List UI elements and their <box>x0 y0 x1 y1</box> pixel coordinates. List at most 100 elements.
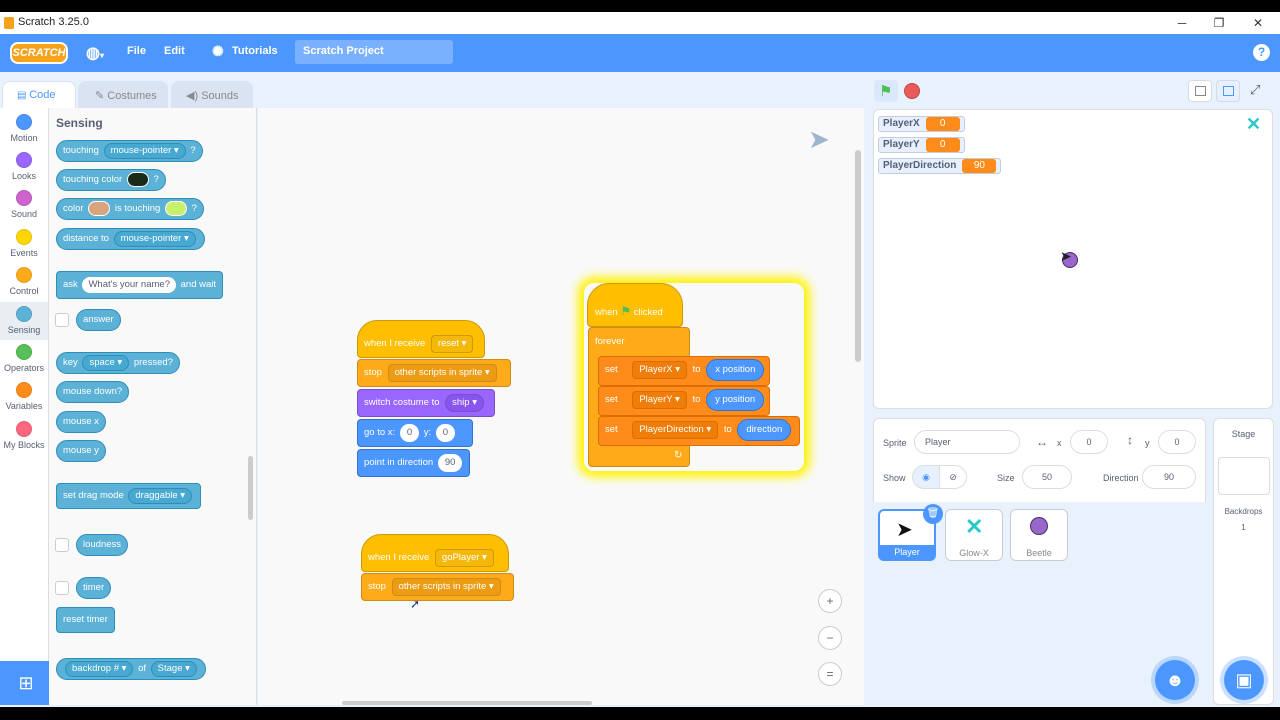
block-point-in-direction[interactable]: point in direction 90 <box>357 449 470 477</box>
backdrop-menu[interactable]: backdrop # ▾ <box>65 661 134 677</box>
direction-input[interactable]: 90 <box>1142 465 1196 489</box>
color-swatch[interactable] <box>88 200 111 216</box>
block-when-i-receive-reset[interactable]: when I receive reset ▾ <box>357 320 485 358</box>
normal-stage-button[interactable] <box>1216 80 1240 102</box>
variable-menu[interactable]: PlayerX ▾ <box>632 361 688 379</box>
maximize-button[interactable]: ❐ <box>1211 15 1227 31</box>
reporter-direction[interactable]: direction <box>737 419 792 441</box>
language-globe-icon[interactable]: ◍▾ <box>86 43 104 63</box>
scripts-horizontal-scrollbar[interactable] <box>342 701 592 705</box>
message-menu[interactable]: goPlayer ▾ <box>434 549 494 567</box>
edit-menu[interactable]: Edit <box>164 45 185 57</box>
tab-sounds[interactable]: ◀) Sounds <box>171 81 253 108</box>
file-menu[interactable]: File <box>127 45 146 57</box>
ask-input[interactable]: What's your name? <box>82 277 176 293</box>
small-stage-button[interactable] <box>1188 80 1212 102</box>
sprite-name-input[interactable]: Player <box>914 430 1020 454</box>
tutorials-menu[interactable]: Tutorials <box>232 45 278 57</box>
block-set-playerdirection[interactable]: set PlayerDirection ▾ to direction <box>598 416 800 446</box>
category-operators[interactable]: Operators <box>0 344 48 382</box>
block-when-flag-clicked[interactable]: when ⚑ clicked <box>587 283 683 327</box>
player-ship-sprite-icon[interactable]: ➤ <box>1060 248 1072 265</box>
category-events[interactable]: Events <box>0 229 48 267</box>
block-timer[interactable]: timer <box>76 577 112 599</box>
block-when-i-receive-goplayer[interactable]: when I receive goPlayer ▾ <box>361 534 509 572</box>
costume-menu[interactable]: ship ▾ <box>445 394 484 412</box>
block-switch-costume[interactable]: switch costume to ship ▾ <box>357 389 495 417</box>
timer-checkbox[interactable] <box>55 581 69 595</box>
size-input[interactable]: 50 <box>1022 465 1072 489</box>
category-motion[interactable]: Motion <box>0 114 48 152</box>
stop-button[interactable] <box>904 83 920 99</box>
green-flag-button[interactable]: ⚑ <box>874 80 898 102</box>
block-stop[interactable]: stop other scripts in sprite ▾ <box>361 573 514 601</box>
block-mouse-y[interactable]: mouse y <box>56 440 106 462</box>
block-set-playery[interactable]: set PlayerY ▾ to y position <box>598 386 770 416</box>
y-input[interactable]: 0 <box>435 424 456 442</box>
category-sensing[interactable]: Sensing <box>0 302 48 340</box>
zoom-out-button[interactable]: − <box>818 626 842 650</box>
color-swatch[interactable] <box>164 200 187 216</box>
loudness-checkbox[interactable] <box>55 538 69 552</box>
reporter-y-position[interactable]: y position <box>706 389 765 411</box>
x-position-input[interactable]: 0 <box>1070 430 1108 454</box>
block-distance-to[interactable]: distance to mouse-pointer ▾ <box>56 228 205 250</box>
block-touching-color[interactable]: touching color ? <box>56 169 166 191</box>
block-loudness[interactable]: loudness <box>76 534 129 556</box>
block-color-touching[interactable]: color is touching ? <box>56 198 204 220</box>
project-title-input[interactable]: Scratch Project <box>295 40 453 64</box>
choose-sprite-button[interactable]: ☻ <box>1155 660 1195 700</box>
close-button[interactable]: ✕ <box>1250 15 1266 31</box>
scripts-vertical-scrollbar[interactable] <box>855 150 861 362</box>
block-reset-timer[interactable]: reset timer <box>56 607 115 633</box>
category-variables[interactable]: Variables <box>0 382 48 420</box>
block-mouse-x[interactable]: mouse x <box>56 411 106 433</box>
category-sound[interactable]: Sound <box>0 190 48 228</box>
drag-mode-menu[interactable]: draggable ▾ <box>128 488 193 504</box>
minimize-button[interactable]: ─ <box>1174 15 1190 31</box>
sprite-thumb-glow-x[interactable]: ✕ Glow-X <box>945 509 1003 561</box>
answer-checkbox[interactable] <box>55 313 69 327</box>
delete-sprite-trash-icon[interactable]: 🗑 <box>923 504 943 524</box>
distance-menu[interactable]: mouse-pointer ▾ <box>113 231 196 247</box>
block-stop[interactable]: stop other scripts in sprite ▾ <box>357 359 511 387</box>
variable-menu[interactable]: PlayerDirection ▾ <box>632 421 719 439</box>
message-menu[interactable]: reset ▾ <box>430 335 474 353</box>
stage-menu[interactable]: Stage ▾ <box>150 661 197 677</box>
variable-menu[interactable]: PlayerY ▾ <box>632 391 687 409</box>
direction-input[interactable]: 90 <box>437 454 463 472</box>
key-menu[interactable]: space ▾ <box>82 355 130 371</box>
glow-x-sprite-icon[interactable]: ✕ <box>1246 114 1261 135</box>
category-my-blocks[interactable]: My Blocks <box>0 421 48 459</box>
category-looks[interactable]: Looks <box>0 152 48 190</box>
tab-code[interactable]: ▤ Code <box>2 81 76 108</box>
block-go-to-xy[interactable]: go to x: 0 y: 0 <box>357 419 473 447</box>
palette-scrollbar[interactable] <box>248 456 253 520</box>
block-backdrop-of[interactable]: backdrop # ▾ of Stage ▾ <box>56 658 206 680</box>
zoom-reset-button[interactable]: = <box>818 662 842 686</box>
choose-backdrop-button[interactable]: ▣ <box>1224 660 1264 700</box>
sprite-thumb-beetle[interactable]: Beetle <box>1010 509 1068 561</box>
scripts-area[interactable] <box>258 108 864 705</box>
block-touching[interactable]: touching mouse-pointer ▾ ? <box>56 140 203 162</box>
reporter-x-position[interactable]: x position <box>706 359 765 381</box>
x-input[interactable]: 0 <box>399 424 420 442</box>
fullscreen-icon[interactable]: ⤢ <box>1250 82 1260 98</box>
stop-menu[interactable]: other scripts in sprite ▾ <box>387 364 497 382</box>
block-ask-and-wait[interactable]: ask What's your name? and wait <box>56 271 224 299</box>
stop-menu[interactable]: other scripts in sprite ▾ <box>391 578 501 596</box>
stage-canvas[interactable]: PlayerX 0 PlayerY 0 PlayerDirection 90 ✕ ➤ <box>873 109 1273 409</box>
block-key-pressed[interactable]: key space ▾ pressed? <box>56 352 180 374</box>
y-position-input[interactable]: 0 <box>1158 430 1196 454</box>
touching-menu[interactable]: mouse-pointer ▾ <box>103 143 186 159</box>
scratch-logo[interactable]: SCRATCH <box>10 42 68 64</box>
add-extension-button[interactable]: ⊞ <box>0 661 52 705</box>
help-icon[interactable]: ? <box>1253 44 1270 61</box>
zoom-in-button[interactable]: + <box>818 589 842 613</box>
block-answer[interactable]: answer <box>76 309 121 331</box>
block-set-playerx[interactable]: set PlayerX ▾ to x position <box>598 356 770 386</box>
show-hidden-button[interactable]: ⊘ <box>939 465 967 489</box>
backdrop-thumbnail[interactable] <box>1218 457 1270 495</box>
color-swatch[interactable] <box>126 171 149 187</box>
tab-costumes[interactable]: ✎ Costumes <box>78 81 168 108</box>
